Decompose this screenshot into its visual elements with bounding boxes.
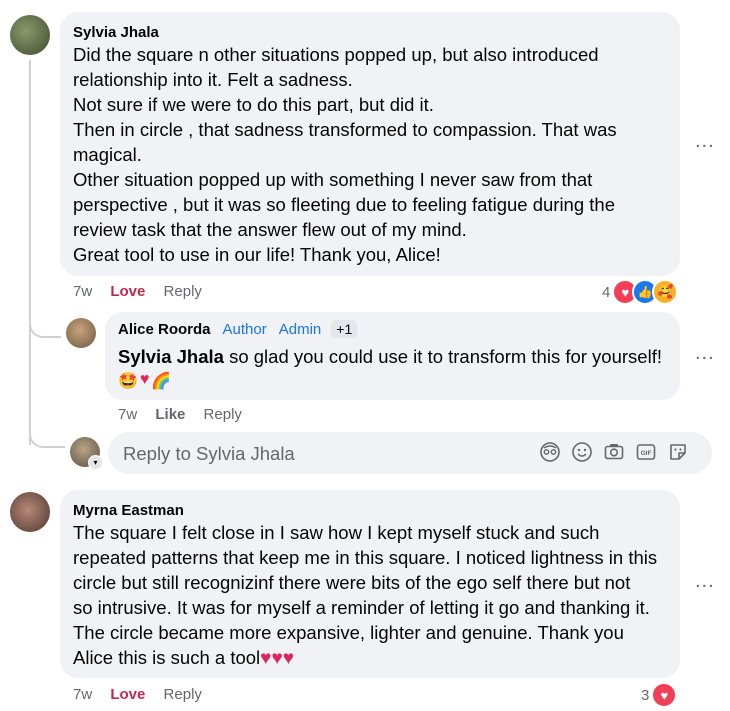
admin-badge[interactable]: Admin <box>279 321 322 338</box>
badge-more[interactable]: +1 <box>331 320 358 338</box>
comment-text: The square I felt close in I saw how I k… <box>73 522 658 668</box>
reply-reply-button[interactable]: Reply <box>204 406 242 423</box>
reaction-summary[interactable]: 4 ♥ 👍 🥰 <box>602 279 679 305</box>
reply-emojis: 🤩 ♥ 🌈 <box>118 371 171 391</box>
comment-author[interactable]: Myrna Eastman <box>73 502 184 519</box>
author-badge[interactable]: Author <box>223 321 267 338</box>
reply-header: Alice Roorda Author Admin +1 <box>118 320 358 338</box>
avatar-sticker-icon[interactable] <box>539 441 561 463</box>
love-button[interactable]: Love <box>110 686 145 703</box>
chevron-down-icon[interactable]: ▾ <box>88 455 103 470</box>
camera-icon[interactable] <box>603 441 625 463</box>
more-options-icon[interactable]: ... <box>695 131 715 151</box>
reply-text-line: Sylvia Jhala so glad you could use it to… <box>118 344 662 369</box>
care-reaction-icon: 🥰 <box>652 279 679 305</box>
reply-input-placeholder: Reply to Sylvia Jhala <box>123 443 295 464</box>
reply-author[interactable]: Alice Roorda <box>118 321 211 338</box>
heart-emoji-icon: ♥ <box>139 371 150 388</box>
reaction-count: 4 <box>602 283 611 301</box>
svg-text:GIF: GIF <box>641 450 652 457</box>
comment-author[interactable]: Sylvia Jhala <box>73 24 159 41</box>
more-options-icon[interactable]: ... <box>695 571 715 591</box>
mention-link[interactable]: Sylvia Jhala <box>118 346 224 367</box>
reply-button[interactable]: Reply <box>164 283 202 300</box>
comment-time[interactable]: 7w <box>73 686 92 703</box>
reaction-summary[interactable]: 3 ♥ <box>641 682 678 708</box>
thread-branch-reply-box <box>29 410 65 448</box>
reply-button[interactable]: Reply <box>164 686 202 703</box>
avatar-alice[interactable] <box>66 318 96 348</box>
comment-time[interactable]: 7w <box>73 283 92 300</box>
reply-input-tools: GIF <box>539 441 689 463</box>
comment-actions: 7w Love Reply <box>73 283 216 300</box>
reply-actions: 7w Like Reply <box>118 406 256 423</box>
like-button[interactable]: Like <box>155 406 185 423</box>
sticker-icon[interactable] <box>667 441 689 463</box>
emoji-icon[interactable] <box>571 441 593 463</box>
reply-time[interactable]: 7w <box>118 406 137 423</box>
love-button[interactable]: Love <box>110 283 145 300</box>
reaction-count: 3 <box>641 686 650 704</box>
gif-icon[interactable]: GIF <box>635 441 657 463</box>
comment-text: Did the square n other situations popped… <box>73 44 617 265</box>
comment-text-wrap: The square I felt close in I saw how I k… <box>73 520 673 671</box>
love-reaction-icon: ♥ <box>651 682 678 708</box>
avatar-sylvia[interactable] <box>10 15 50 55</box>
avatar-myrna[interactable] <box>10 492 50 532</box>
thread-line <box>29 60 31 445</box>
heart-emoji-icon: ♥♥♥ <box>260 648 294 669</box>
reply-text: so glad you could use it to transform th… <box>229 346 662 367</box>
rainbow-emoji-icon: 🌈 <box>151 373 172 390</box>
star-struck-emoji-icon: 🤩 <box>118 373 138 390</box>
comment-actions: 7w Love Reply <box>73 686 216 703</box>
reply-more-options-icon[interactable]: ... <box>695 343 715 363</box>
thread-branch <box>29 300 61 338</box>
